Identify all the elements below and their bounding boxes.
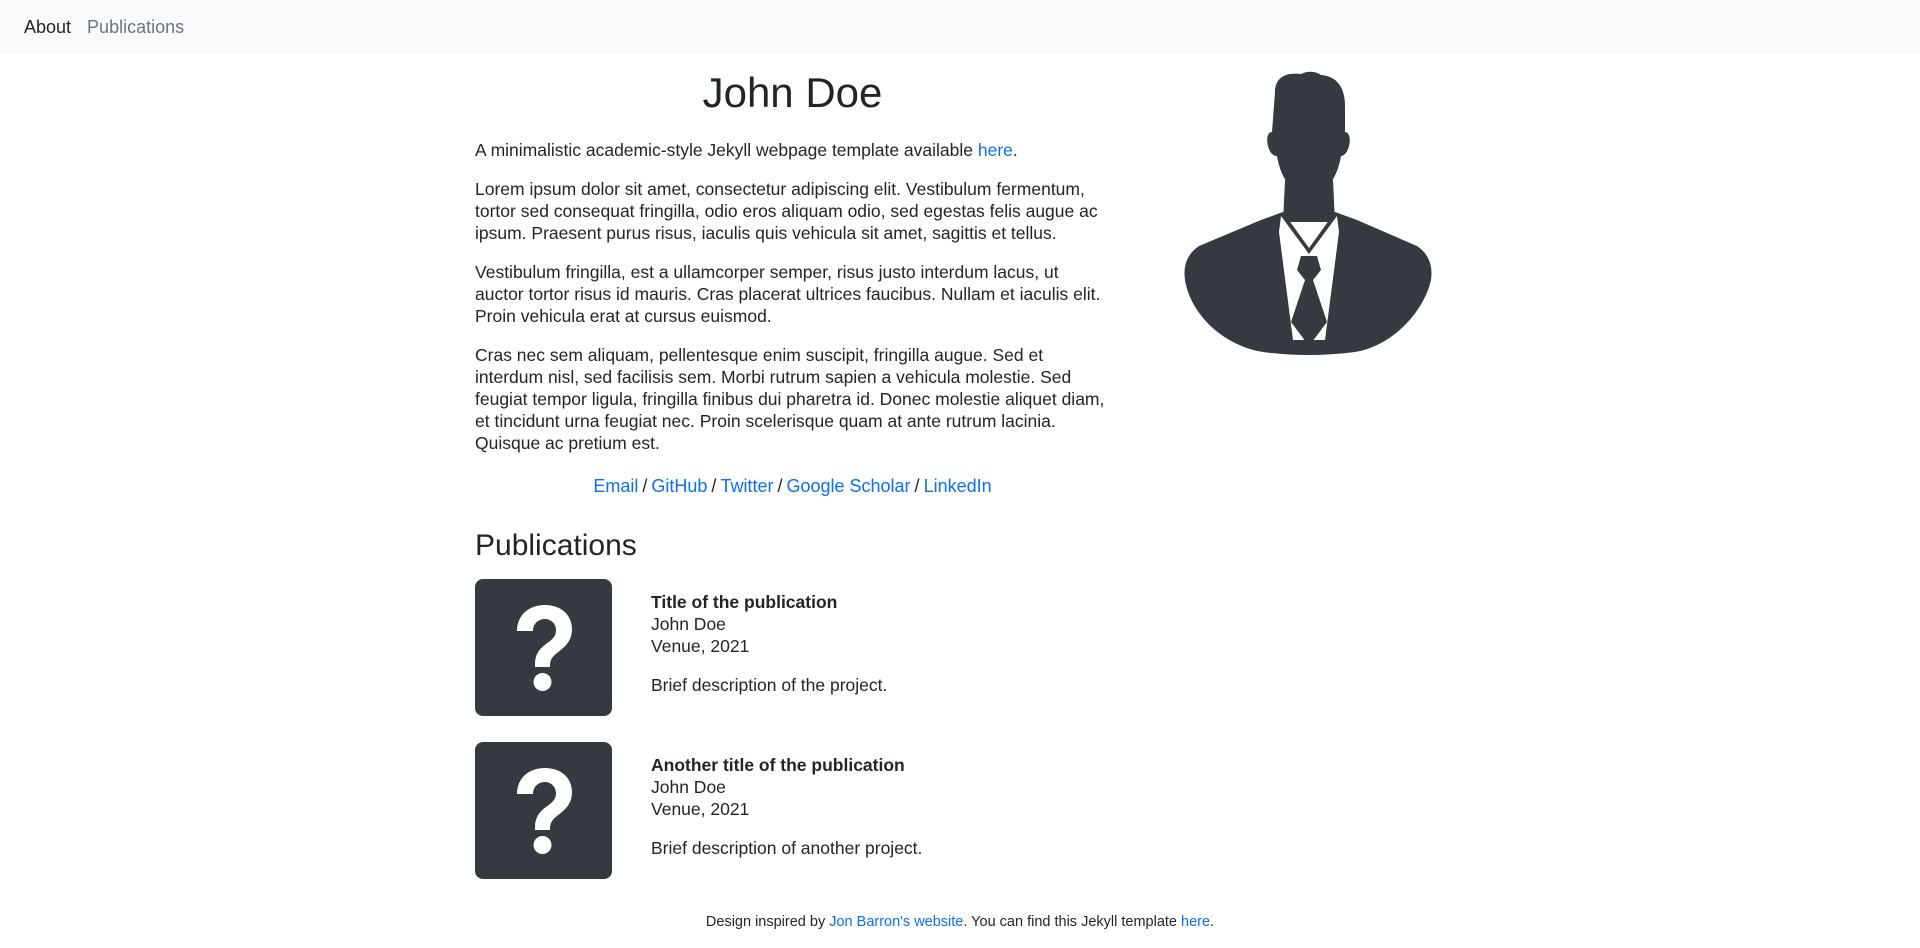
publication-title: Another title of the publication [651,755,905,775]
publication-item: Another title of the publication John Do… [475,742,1175,880]
page-title: John Doe [702,69,883,116]
intro-text: A minimalistic academic-style Jekyll web… [475,139,1110,471]
bio-paragraph-3: Cras nec sem aliquam, pellentesque enim … [475,345,1105,453]
github-link[interactable]: GitHub [651,476,707,496]
publication-thumbnail [475,742,612,879]
publication-description: Brief description of another project. [651,838,923,858]
google-scholar-link[interactable]: Google Scholar [786,476,910,496]
publication-authors: John Doe [651,777,726,797]
footer: Design inspired by Jon Barron's website.… [0,912,1920,932]
link-separator: / [777,476,783,496]
navbar: About Publications [0,0,1920,54]
twitter-link[interactable]: Twitter [720,476,773,496]
publication-info: Another title of the publication John Do… [651,754,922,859]
publication-authors: John Doe [651,614,726,634]
intro-tagline: A minimalistic academic-style Jekyll web… [475,139,1110,161]
avatar [1163,70,1453,360]
publication-venue: Venue, 2021 [651,799,750,819]
question-mark-icon [516,604,572,691]
footer-text: . [1210,914,1215,930]
link-separator: / [914,476,920,496]
link-separator: / [642,476,648,496]
template-here-link[interactable]: here [978,140,1013,160]
publication-venue: Venue, 2021 [651,636,750,656]
footer-template-link[interactable]: here [1181,914,1210,930]
nav-publications-link[interactable]: Publications [79,0,192,54]
publication-item: Title of the publication John Doe Venue,… [475,579,1175,717]
intro-tagline-text: A minimalistic academic-style Jekyll web… [475,140,978,160]
publication-info: Title of the publication John Doe Venue,… [651,591,887,696]
bio-paragraph-2: Vestibulum fringilla, est a ullamcorper … [475,262,1101,326]
publication-title: Title of the publication [651,592,838,612]
jon-barron-link[interactable]: Jon Barron's website [829,914,963,930]
publication-thumbnail [475,579,612,716]
intro-tagline-suffix: . [1012,140,1018,160]
bio-paragraph-1: Lorem ipsum dolor sit amet, consectetur … [475,179,1098,243]
nav-about-link[interactable]: About [16,0,79,54]
social-links: Email / GitHub / Twitter / Google Scholar / Link… [475,474,1110,498]
footer-text: Design inspired by [705,914,830,930]
question-mark-icon [516,767,572,854]
link-separator: / [711,476,717,496]
publication-description: Brief description of the project. [651,675,888,695]
linkedin-link[interactable]: LinkedIn [924,476,992,496]
email-link[interactable]: Email [593,476,638,496]
footer-text: . You can find this Jekyll template [963,914,1182,930]
publications-heading: Publications [475,529,637,562]
person-silhouette-icon [1184,71,1432,355]
